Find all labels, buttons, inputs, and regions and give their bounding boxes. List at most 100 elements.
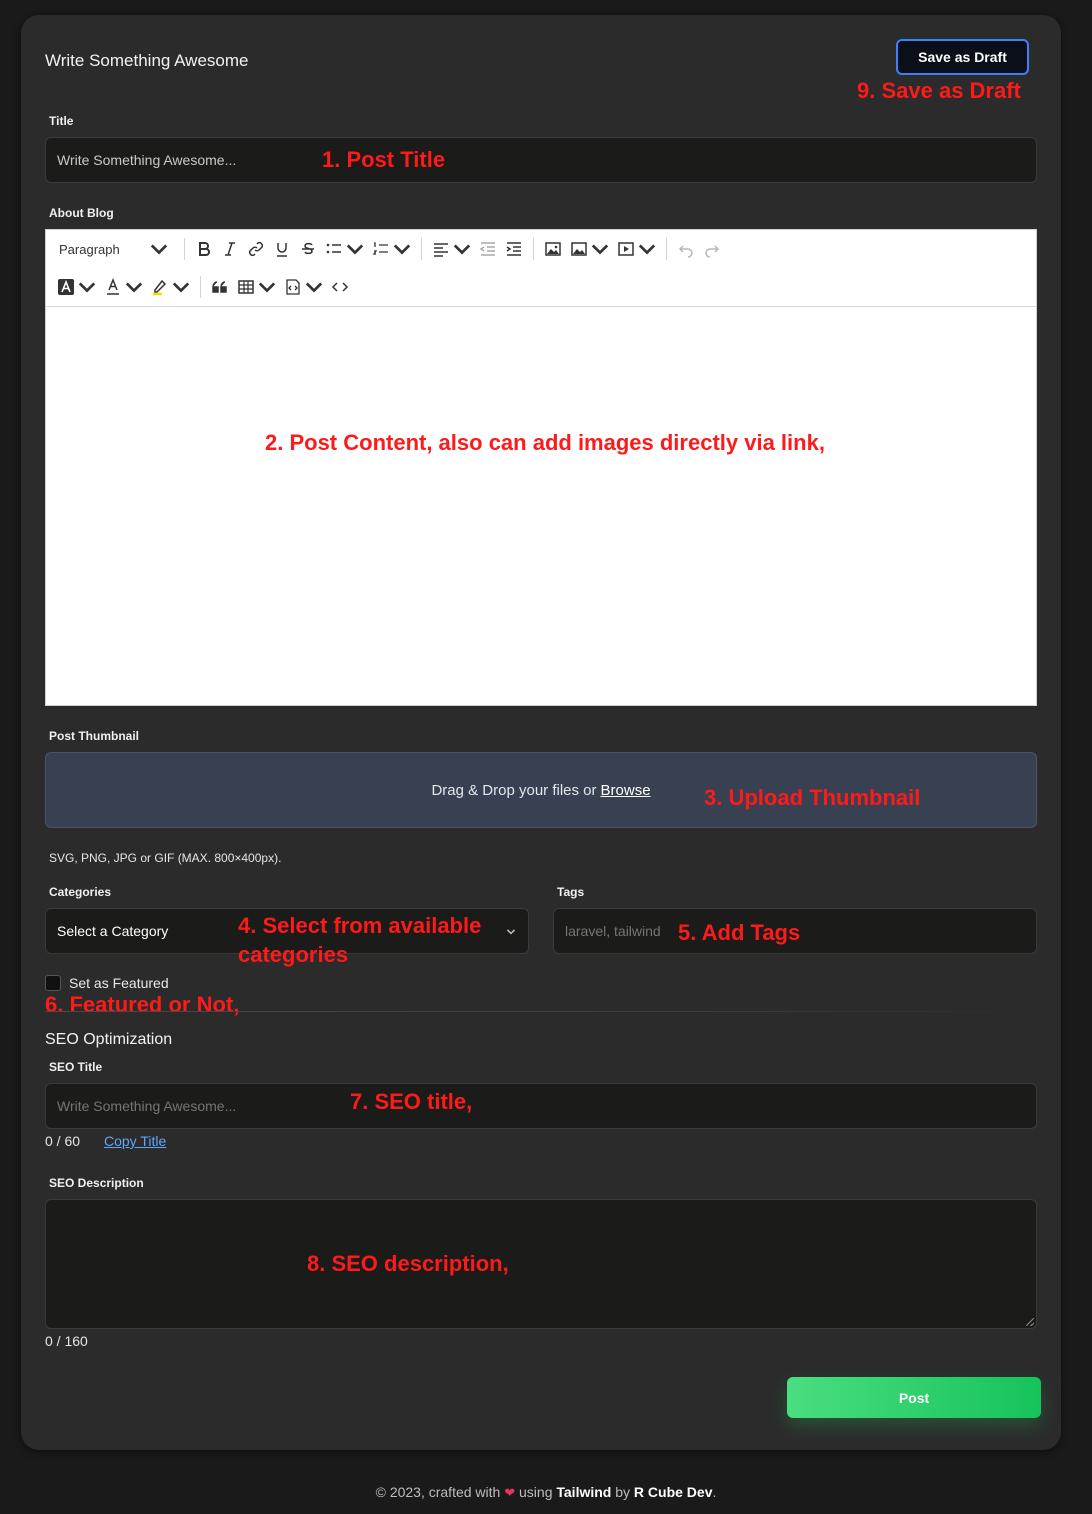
- bold-icon: [199, 242, 210, 256]
- chevron-down-icon: [453, 244, 471, 255]
- seo-title-label: SEO Title: [49, 1060, 103, 1074]
- annotation-featured: 6. Featured or Not,: [45, 992, 240, 1017]
- resize-handle-icon[interactable]: [1026, 1318, 1034, 1326]
- highlighter-icon: [153, 279, 167, 296]
- code-block-button[interactable]: [280, 272, 327, 302]
- seo-title-input[interactable]: [57, 1098, 1025, 1114]
- italic-button[interactable]: [217, 234, 243, 264]
- seo-title-counter: 0 / 60: [45, 1133, 81, 1149]
- source-code-button[interactable]: [327, 272, 353, 302]
- undo-button[interactable]: [673, 234, 699, 264]
- seo-title-field[interactable]: [45, 1083, 1037, 1129]
- chevron-down-icon: [591, 244, 609, 255]
- bulleted-list-button[interactable]: [321, 234, 368, 264]
- insert-image-url-button[interactable]: [566, 234, 613, 264]
- annotation-seo-description: 8. SEO description,: [307, 1251, 509, 1276]
- insert-media-button[interactable]: [613, 234, 660, 264]
- heart-icon: ❤: [504, 1485, 516, 1500]
- toolbar-divider: [533, 238, 534, 260]
- bulleted-list-icon: [326, 243, 341, 254]
- redo-icon: [705, 245, 720, 258]
- chevron-down-icon: [172, 282, 190, 293]
- insert-image-button[interactable]: [540, 234, 566, 264]
- title-input[interactable]: Write Something Awesome...: [45, 137, 1037, 183]
- align-button[interactable]: [428, 234, 475, 264]
- annotation-post-content: 2. Post Content, also can add images dir…: [265, 430, 825, 455]
- annotation-category-line2: categories: [238, 942, 349, 967]
- chevron-down-icon: [125, 282, 143, 293]
- strikethrough-button[interactable]: [295, 234, 321, 264]
- blockquote-button[interactable]: [207, 272, 233, 302]
- seo-description-counter: 0 / 160: [45, 1333, 88, 1349]
- seo-heading: SEO Optimization: [45, 1031, 173, 1048]
- paragraph-format-select[interactable]: Paragraph: [46, 234, 178, 264]
- seo-description-textarea[interactable]: [45, 1199, 1037, 1329]
- table-icon: [238, 280, 254, 294]
- link-icon: [248, 241, 264, 257]
- link-button[interactable]: [243, 234, 269, 264]
- featured-label: Set as Featured: [69, 975, 169, 991]
- annotation-upload-thumbnail: 3. Upload Thumbnail: [704, 785, 921, 810]
- chevron-down-icon: [258, 282, 276, 293]
- underline-icon: [277, 243, 287, 257]
- align-left-icon: [434, 243, 448, 257]
- highlight-button[interactable]: [147, 272, 194, 302]
- title-label: Title: [49, 114, 74, 128]
- rich-text-editor: Paragraph 2. Post Content, also can add …: [45, 229, 1037, 706]
- annotation-save-draft: 9. Save as Draft: [857, 78, 1021, 103]
- copy-title-link[interactable]: Copy Title: [104, 1133, 166, 1149]
- image-icon: [545, 242, 561, 256]
- chevron-down-icon: [506, 929, 516, 935]
- thumbnail-hint: SVG, PNG, JPG or GIF (MAX. 800×400px).: [49, 851, 282, 865]
- annotation-seo-title: 7. SEO title,: [350, 1089, 473, 1114]
- paragraph-format-label: Paragraph: [59, 241, 120, 257]
- font-color-button[interactable]: [100, 272, 147, 302]
- font-background-color-button[interactable]: [53, 272, 100, 302]
- footer-prefix: © 2023, crafted with: [375, 1484, 501, 1500]
- chevron-down-icon: [305, 282, 323, 293]
- chevron-down-icon: [638, 244, 656, 255]
- redo-button[interactable]: [699, 234, 725, 264]
- numbered-list-button[interactable]: [368, 234, 415, 264]
- footer-author: R Cube Dev: [633, 1484, 713, 1500]
- post-thumbnail-label: Post Thumbnail: [49, 729, 139, 743]
- editor-toolbar: Paragraph: [46, 230, 1036, 307]
- toolbar-divider: [184, 238, 185, 260]
- seo-description-label: SEO Description: [49, 1176, 144, 1190]
- media-icon: [618, 242, 634, 256]
- toolbar-divider: [421, 238, 422, 260]
- outdent-button[interactable]: [475, 234, 501, 264]
- indent-icon: [506, 242, 521, 256]
- section-divider: [45, 1011, 1037, 1012]
- indent-button[interactable]: [501, 234, 527, 264]
- footer-using: using: [519, 1484, 553, 1500]
- post-button[interactable]: Post: [787, 1377, 1041, 1418]
- toolbar-divider: [666, 238, 667, 260]
- font-color-icon: [107, 278, 119, 295]
- chevron-down-icon: [78, 282, 96, 293]
- featured-checkbox[interactable]: [45, 975, 61, 991]
- footer-by: by: [615, 1484, 631, 1500]
- footer-suffix: .: [712, 1484, 717, 1500]
- underline-button[interactable]: [269, 234, 295, 264]
- image-upload-icon: [571, 242, 587, 256]
- chevron-down-icon: [150, 244, 168, 255]
- dropzone-text: Drag & Drop your files or: [431, 781, 597, 799]
- footer: © 2023, crafted with ❤ using Tailwind by…: [0, 1484, 1092, 1501]
- undo-icon: [678, 245, 693, 258]
- browse-link[interactable]: Browse: [601, 782, 651, 799]
- source-code-icon: [331, 282, 349, 292]
- strikethrough-icon: [302, 242, 314, 255]
- bold-button[interactable]: [191, 234, 217, 264]
- insert-table-button[interactable]: [233, 272, 280, 302]
- footer-framework: Tailwind: [556, 1484, 612, 1500]
- editor-content-area[interactable]: [46, 308, 1036, 705]
- post-editor-card: Write Something Awesome Save as Draft 9.…: [21, 15, 1061, 1450]
- save-draft-button[interactable]: Save as Draft: [896, 39, 1029, 75]
- chevron-down-icon: [346, 244, 364, 255]
- annotation-tags: 5. Add Tags: [678, 920, 801, 945]
- annotation-post-title: 1. Post Title: [322, 147, 446, 172]
- toolbar-divider: [200, 276, 201, 298]
- code-block-icon: [286, 279, 300, 295]
- numbered-list-icon: [372, 242, 388, 255]
